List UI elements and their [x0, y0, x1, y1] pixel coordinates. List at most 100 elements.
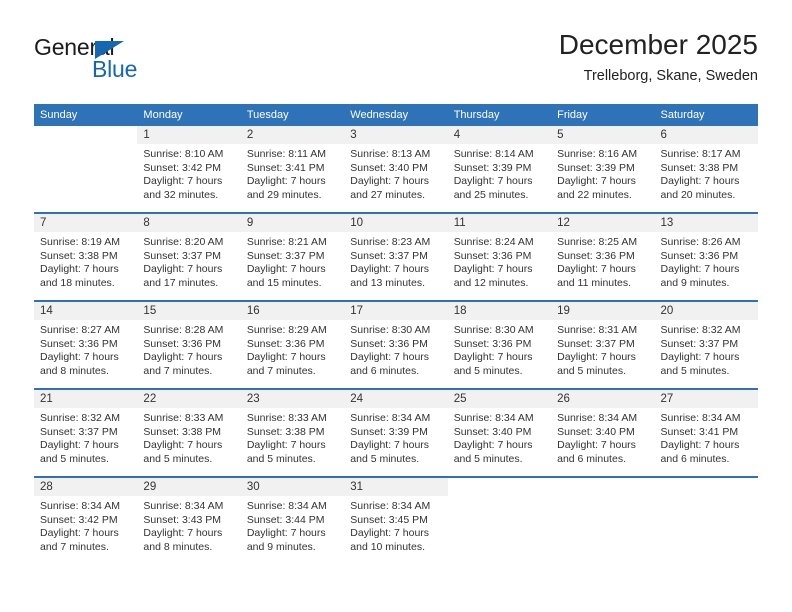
- day-number: 22: [137, 390, 241, 408]
- day-detail-line: and 18 minutes.: [40, 276, 115, 289]
- day-detail-line: Daylight: 7 hours: [557, 439, 636, 451]
- calendar-day-cell[interactable]: 18 Sunrise: 8:30 AM Sunset: 3:36 PM Dayligh…: [447, 300, 552, 389]
- calendar-day-cell[interactable]: 23 Sunrise: 8:33 AM Sunset: 3:38 PM Dayligh…: [240, 388, 345, 477]
- day-details: Sunrise: 8:27 AM Sunset: 3:36 PM Daylight:…: [34, 320, 137, 378]
- day-detail-line: Daylight: 7 hours: [660, 439, 740, 451]
- day-number: 10: [344, 214, 448, 232]
- day-detail-line: and 5 minutes.: [660, 364, 730, 377]
- day-detail-line: Sunrise: 8:30 AM: [453, 324, 534, 336]
- weekday-header-thursday: Thursday: [447, 104, 552, 126]
- day-detail-line: and 6 minutes.: [557, 452, 626, 465]
- calendar-day-cell[interactable]: 7 Sunrise: 8:19 AM Sunset: 3:38 PM Daylight…: [34, 212, 138, 301]
- day-detail-line: Daylight: 7 hours: [557, 351, 636, 363]
- calendar-day-cell[interactable]: 16 Sunrise: 8:29 AM Sunset: 3:36 PM Dayligh…: [240, 300, 345, 389]
- day-detail-line: Daylight: 7 hours: [350, 439, 430, 451]
- day-number: 16: [240, 302, 345, 320]
- day-detail-line: Sunrise: 8:24 AM: [453, 236, 534, 248]
- day-detail-line: Sunset: 3:38 PM: [660, 161, 739, 174]
- day-detail-line: Daylight: 7 hours: [246, 263, 326, 275]
- day-detail-line: Daylight: 7 hours: [143, 175, 223, 187]
- calendar-day-cell[interactable]: 13 Sunrise: 8:26 AM Sunset: 3:36 PM Dayligh…: [654, 212, 758, 301]
- day-detail-line: Daylight: 7 hours: [246, 351, 326, 363]
- weekday-header-monday: Monday: [137, 104, 241, 126]
- calendar-day-cell[interactable]: 24 Sunrise: 8:34 AM Sunset: 3:39 PM Dayligh…: [344, 388, 448, 477]
- day-detail-line: and 7 minutes.: [246, 364, 316, 377]
- calendar-day-cell: [447, 476, 552, 564]
- calendar-day-cell[interactable]: 22 Sunrise: 8:33 AM Sunset: 3:38 PM Dayligh…: [137, 388, 241, 477]
- calendar-day-cell[interactable]: 14 Sunrise: 8:27 AM Sunset: 3:36 PM Dayligh…: [34, 300, 138, 389]
- calendar-day-cell[interactable]: 17 Sunrise: 8:30 AM Sunset: 3:36 PM Dayligh…: [344, 300, 448, 389]
- calendar-day-cell[interactable]: 11 Sunrise: 8:24 AM Sunset: 3:36 PM Dayligh…: [447, 212, 552, 301]
- calendar-day-cell[interactable]: 25 Sunrise: 8:34 AM Sunset: 3:40 PM Dayligh…: [447, 388, 552, 477]
- calendar-day-cell[interactable]: 27 Sunrise: 8:34 AM Sunset: 3:41 PM Dayligh…: [654, 388, 758, 477]
- calendar-day-cell[interactable]: 5 Sunrise: 8:16 AM Sunset: 3:39 PM Daylight…: [551, 126, 655, 213]
- day-detail-line: Sunset: 3:42 PM: [143, 161, 222, 174]
- day-number: 7: [34, 214, 138, 232]
- calendar-day-cell[interactable]: 31 Sunrise: 8:34 AM Sunset: 3:45 PM Dayligh…: [344, 476, 448, 564]
- day-detail-line: and 5 minutes.: [453, 452, 523, 465]
- day-detail-line: Sunset: 3:38 PM: [246, 425, 325, 438]
- calendar-day-cell[interactable]: 1 Sunrise: 8:10 AM Sunset: 3:42 PM Daylight…: [137, 126, 241, 213]
- day-detail-line: and 8 minutes.: [143, 540, 213, 553]
- calendar-day-cell[interactable]: 28 Sunrise: 8:34 AM Sunset: 3:42 PM Dayligh…: [34, 476, 138, 564]
- day-number: 13: [654, 214, 758, 232]
- day-number: 14: [34, 302, 138, 320]
- calendar-table: Sunday Monday Tuesday Wednesday Thursday Frid…: [34, 104, 758, 564]
- day-details: Sunrise: 8:11 AM Sunset: 3:41 PM Daylight:…: [241, 144, 344, 202]
- day-number: [448, 478, 551, 496]
- day-number: 18: [447, 302, 552, 320]
- calendar-day-cell[interactable]: 9 Sunrise: 8:21 AM Sunset: 3:37 PM Daylight…: [240, 212, 345, 301]
- day-detail-line: Sunset: 3:37 PM: [143, 249, 222, 262]
- calendar-day-cell[interactable]: 6 Sunrise: 8:17 AM Sunset: 3:38 PM Daylight…: [654, 126, 758, 213]
- day-details: Sunrise: 8:25 AM Sunset: 3:36 PM Daylight:…: [551, 232, 654, 290]
- day-detail-line: Sunset: 3:38 PM: [143, 425, 222, 438]
- calendar-day-cell[interactable]: 21 Sunrise: 8:32 AM Sunset: 3:37 PM Dayligh…: [34, 388, 138, 477]
- day-detail-line: Sunrise: 8:28 AM: [143, 324, 224, 336]
- calendar-day-cell[interactable]: 10 Sunrise: 8:23 AM Sunset: 3:37 PM Dayligh…: [344, 212, 448, 301]
- general-blue-logo[interactable]: General Blue: [34, 34, 184, 90]
- calendar-day-cell[interactable]: 3 Sunrise: 8:13 AM Sunset: 3:40 PM Daylight…: [344, 126, 448, 213]
- day-detail-line: Sunrise: 8:34 AM: [453, 412, 534, 424]
- day-detail-line: and 5 minutes.: [143, 452, 213, 465]
- day-number: 8: [137, 214, 241, 232]
- day-detail-line: Sunset: 3:39 PM: [350, 425, 428, 438]
- day-details: Sunrise: 8:30 AM Sunset: 3:36 PM Daylight:…: [448, 320, 551, 378]
- day-details: Sunrise: 8:23 AM Sunset: 3:37 PM Daylight:…: [344, 232, 447, 290]
- day-number: 27: [654, 390, 758, 408]
- calendar-day-cell[interactable]: 29 Sunrise: 8:34 AM Sunset: 3:43 PM Dayligh…: [137, 476, 241, 564]
- day-detail-line: Sunset: 3:40 PM: [557, 425, 635, 438]
- day-detail-line: and 8 minutes.: [40, 364, 109, 377]
- day-detail-line: Sunset: 3:43 PM: [143, 513, 222, 526]
- page-header: General Blue December 2025 Trelleborg, S…: [34, 28, 758, 98]
- calendar-day-cell[interactable]: 26 Sunrise: 8:34 AM Sunset: 3:40 PM Dayligh…: [551, 388, 655, 477]
- day-detail-line: Sunrise: 8:34 AM: [660, 412, 741, 424]
- day-number: 24: [344, 390, 448, 408]
- calendar-day-cell[interactable]: 30 Sunrise: 8:34 AM Sunset: 3:44 PM Dayligh…: [240, 476, 345, 564]
- calendar-day-cell[interactable]: 4 Sunrise: 8:14 AM Sunset: 3:39 PM Daylight…: [447, 126, 552, 213]
- day-detail-line: Daylight: 7 hours: [350, 527, 430, 539]
- day-detail-line: Sunrise: 8:32 AM: [40, 412, 120, 424]
- day-detail-line: and 12 minutes.: [453, 276, 529, 289]
- day-number: 19: [551, 302, 655, 320]
- day-detail-line: and 27 minutes.: [350, 188, 425, 201]
- calendar-day-cell: [654, 476, 758, 564]
- page-title: December 2025: [558, 29, 758, 60]
- day-detail-line: and 5 minutes.: [246, 452, 316, 465]
- calendar-day-cell[interactable]: 19 Sunrise: 8:31 AM Sunset: 3:37 PM Dayligh…: [551, 300, 655, 389]
- day-number: 25: [447, 390, 552, 408]
- calendar-day-cell[interactable]: 20 Sunrise: 8:32 AM Sunset: 3:37 PM Dayligh…: [654, 300, 758, 389]
- day-detail-line: Daylight: 7 hours: [40, 527, 119, 539]
- day-details: Sunrise: 8:34 AM Sunset: 3:45 PM Daylight:…: [344, 496, 447, 554]
- calendar-day-cell[interactable]: 8 Sunrise: 8:20 AM Sunset: 3:37 PM Daylight…: [137, 212, 241, 301]
- calendar-day-cell[interactable]: 2 Sunrise: 8:11 AM Sunset: 3:41 PM Daylight…: [240, 126, 345, 213]
- calendar-day-cell: [551, 476, 655, 564]
- day-detail-line: Daylight: 7 hours: [246, 439, 326, 451]
- day-number: [551, 478, 654, 496]
- day-details: Sunrise: 8:24 AM Sunset: 3:36 PM Daylight:…: [448, 232, 551, 290]
- calendar-day-cell[interactable]: 15 Sunrise: 8:28 AM Sunset: 3:36 PM Dayligh…: [137, 300, 241, 389]
- day-detail-line: Daylight: 7 hours: [557, 263, 636, 275]
- day-number: 3: [344, 126, 448, 144]
- day-details: Sunrise: 8:34 AM Sunset: 3:41 PM Daylight:…: [655, 408, 758, 466]
- day-detail-line: and 22 minutes.: [557, 188, 632, 201]
- calendar-day-cell[interactable]: 12 Sunrise: 8:25 AM Sunset: 3:36 PM Dayligh…: [551, 212, 655, 301]
